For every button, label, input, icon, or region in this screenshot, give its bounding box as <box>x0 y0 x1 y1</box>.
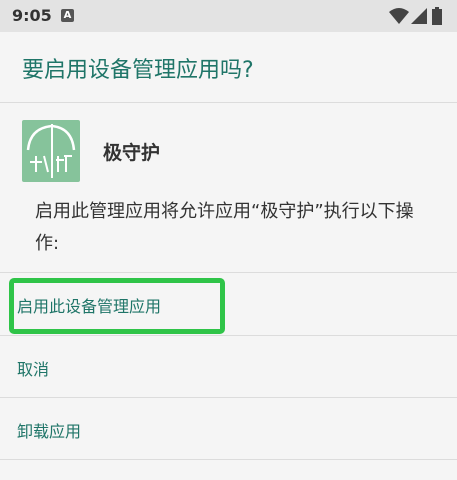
battery-icon <box>432 7 442 25</box>
status-time: 9:05 <box>12 6 52 25</box>
app-logo-icon <box>26 124 76 178</box>
status-icons <box>389 7 447 25</box>
highlight-box <box>9 278 225 334</box>
divider <box>0 459 457 460</box>
dialog-title: 要启用设备管理应用吗? <box>22 58 254 83</box>
dialog-description: 启用此管理应用将允许应用“极守护”执行以下操作: <box>35 201 414 254</box>
cancel-button[interactable]: 取消 <box>0 336 457 396</box>
app-name: 极守护 <box>103 142 161 164</box>
notification-letter: A <box>63 10 72 21</box>
dialog-header: 要启用设备管理应用吗? <box>0 32 457 103</box>
notification-icon: A <box>61 9 74 22</box>
uninstall-button[interactable]: 卸载应用 <box>0 398 457 458</box>
status-bar: 9:05 A <box>0 0 457 32</box>
wifi-icon <box>389 8 409 24</box>
uninstall-label: 卸载应用 <box>17 422 82 441</box>
signal-icon <box>411 8 427 24</box>
app-icon <box>22 120 80 182</box>
cancel-label: 取消 <box>17 360 50 379</box>
